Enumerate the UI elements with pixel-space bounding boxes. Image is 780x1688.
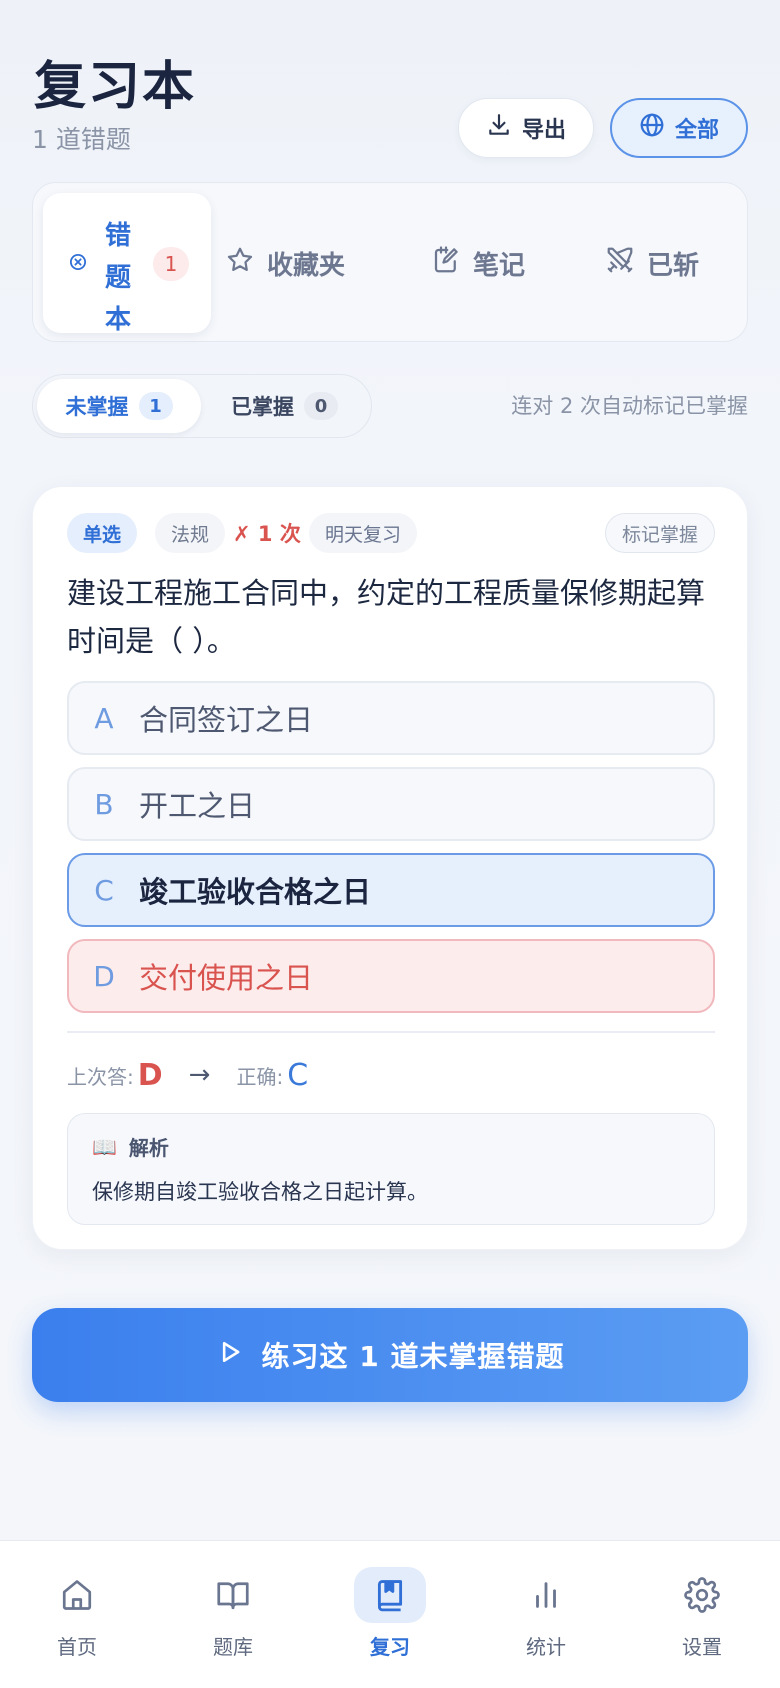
nav-review-label: 复习: [370, 1635, 410, 1659]
nav-home[interactable]: 首页: [22, 1567, 132, 1660]
option-letter: A: [94, 701, 114, 735]
tab-wrong-book-count: 1: [153, 247, 189, 281]
filter-unmastered[interactable]: 未掌握 1: [37, 379, 201, 433]
swords-icon: [605, 245, 635, 282]
practice-button-label: 练习这 1 道未掌握错题: [261, 1340, 565, 1373]
filter-mastered-count: 0: [304, 392, 338, 420]
question-card: 单选 法规 ✗ 1 次 明天复习 标记掌握 建设工程施工合同中，约定的工程质量保…: [32, 486, 748, 1250]
question-text: 建设工程施工合同中，约定的工程质量保修期起算时间是（ ）。: [67, 576, 706, 658]
option-letter: C: [94, 873, 114, 907]
arrow-right-icon: →: [188, 1060, 211, 1090]
correct-answer-value: C: [287, 1057, 309, 1093]
filter-unmastered-count: 1: [138, 392, 173, 420]
mark-mastered-button[interactable]: 标记掌握: [604, 513, 715, 553]
review-page: 复习本 1 道错题 导出 全部 错题本 1 收藏夹 笔记 已斩 未掌握 1 已掌…: [0, 0, 780, 1688]
tab-notes[interactable]: 笔记: [431, 227, 525, 299]
tab-slain[interactable]: 已斩: [605, 227, 699, 299]
mastery-filter: 未掌握 1 已掌握 0: [32, 374, 372, 438]
download-icon: [486, 112, 512, 144]
nav-stats[interactable]: 统计: [491, 1567, 601, 1660]
home-icon: [41, 1567, 113, 1623]
nav-stats-label: 统计: [526, 1635, 566, 1659]
nav-settings[interactable]: 设置: [647, 1567, 757, 1660]
tab-favorites[interactable]: 收藏夹: [225, 227, 345, 299]
option-text: 交付使用之日: [139, 961, 314, 995]
wrong-count-tag: ✗ 1 次: [233, 522, 301, 546]
x-circle-icon: [69, 253, 87, 275]
star-icon: [225, 245, 255, 282]
tab-slain-label: 已斩: [647, 250, 700, 281]
bar-chart-icon: [510, 1567, 582, 1623]
bookmark-book-icon: [354, 1567, 426, 1623]
option-text: 竣工验收合格之日: [139, 875, 372, 909]
auto-mastery-hint: 连对 2 次自动标记已掌握: [511, 394, 748, 418]
divider: [67, 1031, 715, 1033]
option-a[interactable]: A 合同签订之日: [67, 681, 715, 755]
correct-answer-label: 正确:: [236, 1064, 284, 1089]
option-b[interactable]: B 开工之日: [67, 767, 715, 841]
scope-label: 全部: [674, 118, 719, 143]
answer-summary: 上次答: D → 正确: C: [67, 1053, 312, 1097]
last-answer-value: D: [137, 1057, 163, 1093]
page-title: 复习本: [34, 57, 197, 117]
tab-notes-label: 笔记: [473, 250, 526, 281]
nav-review[interactable]: 复习: [335, 1567, 445, 1660]
bottom-nav: 首页 题库 复习 统计 设置: [0, 1540, 780, 1688]
book-open-icon: [197, 1567, 269, 1623]
nav-home-label: 首页: [57, 1635, 97, 1659]
tab-favorites-label: 收藏夹: [267, 250, 346, 281]
wrong-count-subtitle: 1 道错题: [32, 125, 131, 154]
question-type-tag: 单选: [67, 513, 138, 553]
tab-wrong-book-label: 错题本: [104, 221, 131, 335]
option-text: 合同签订之日: [139, 703, 314, 737]
filter-mastered[interactable]: 已掌握 0: [223, 379, 363, 433]
option-d[interactable]: D 交付使用之日: [67, 939, 715, 1013]
play-icon: [216, 1338, 244, 1373]
explanation-title: 解析: [128, 1136, 169, 1160]
filter-unmastered-label: 未掌握: [65, 395, 129, 419]
category-tag: 法规: [155, 513, 226, 553]
option-c[interactable]: C 竣工验收合格之日: [67, 853, 715, 927]
globe-icon: [639, 112, 665, 144]
filter-mastered-label: 已掌握: [231, 395, 294, 419]
practice-button[interactable]: 练习这 1 道未掌握错题: [32, 1308, 748, 1402]
export-label: 导出: [521, 118, 566, 143]
note-edit-icon: [431, 245, 461, 282]
gear-icon: [666, 1567, 738, 1623]
nav-question-bank[interactable]: 题库: [178, 1567, 288, 1660]
nav-settings-label: 设置: [682, 1635, 722, 1659]
option-text: 开工之日: [139, 789, 256, 823]
option-letter: B: [94, 787, 114, 821]
scope-all-button[interactable]: 全部: [610, 98, 748, 158]
explanation-text: 保修期自竣工验收合格之日起计算。: [92, 1180, 428, 1204]
tab-wrong-book[interactable]: 错题本 1: [43, 193, 211, 335]
export-button[interactable]: 导出: [458, 98, 594, 158]
last-answer-label: 上次答:: [67, 1064, 134, 1089]
category-tabs: 错题本 1 收藏夹 笔记 已斩: [32, 182, 748, 342]
nav-question-bank-label: 题库: [213, 1635, 253, 1659]
explanation-box: 📖 解析 保修期自竣工验收合格之日起计算。: [67, 1113, 715, 1225]
book-icon: 📖: [92, 1134, 117, 1159]
review-schedule-tag: 明天复习: [309, 513, 418, 553]
explanation-header: 📖 解析: [92, 1132, 169, 1161]
option-letter: D: [93, 959, 115, 993]
